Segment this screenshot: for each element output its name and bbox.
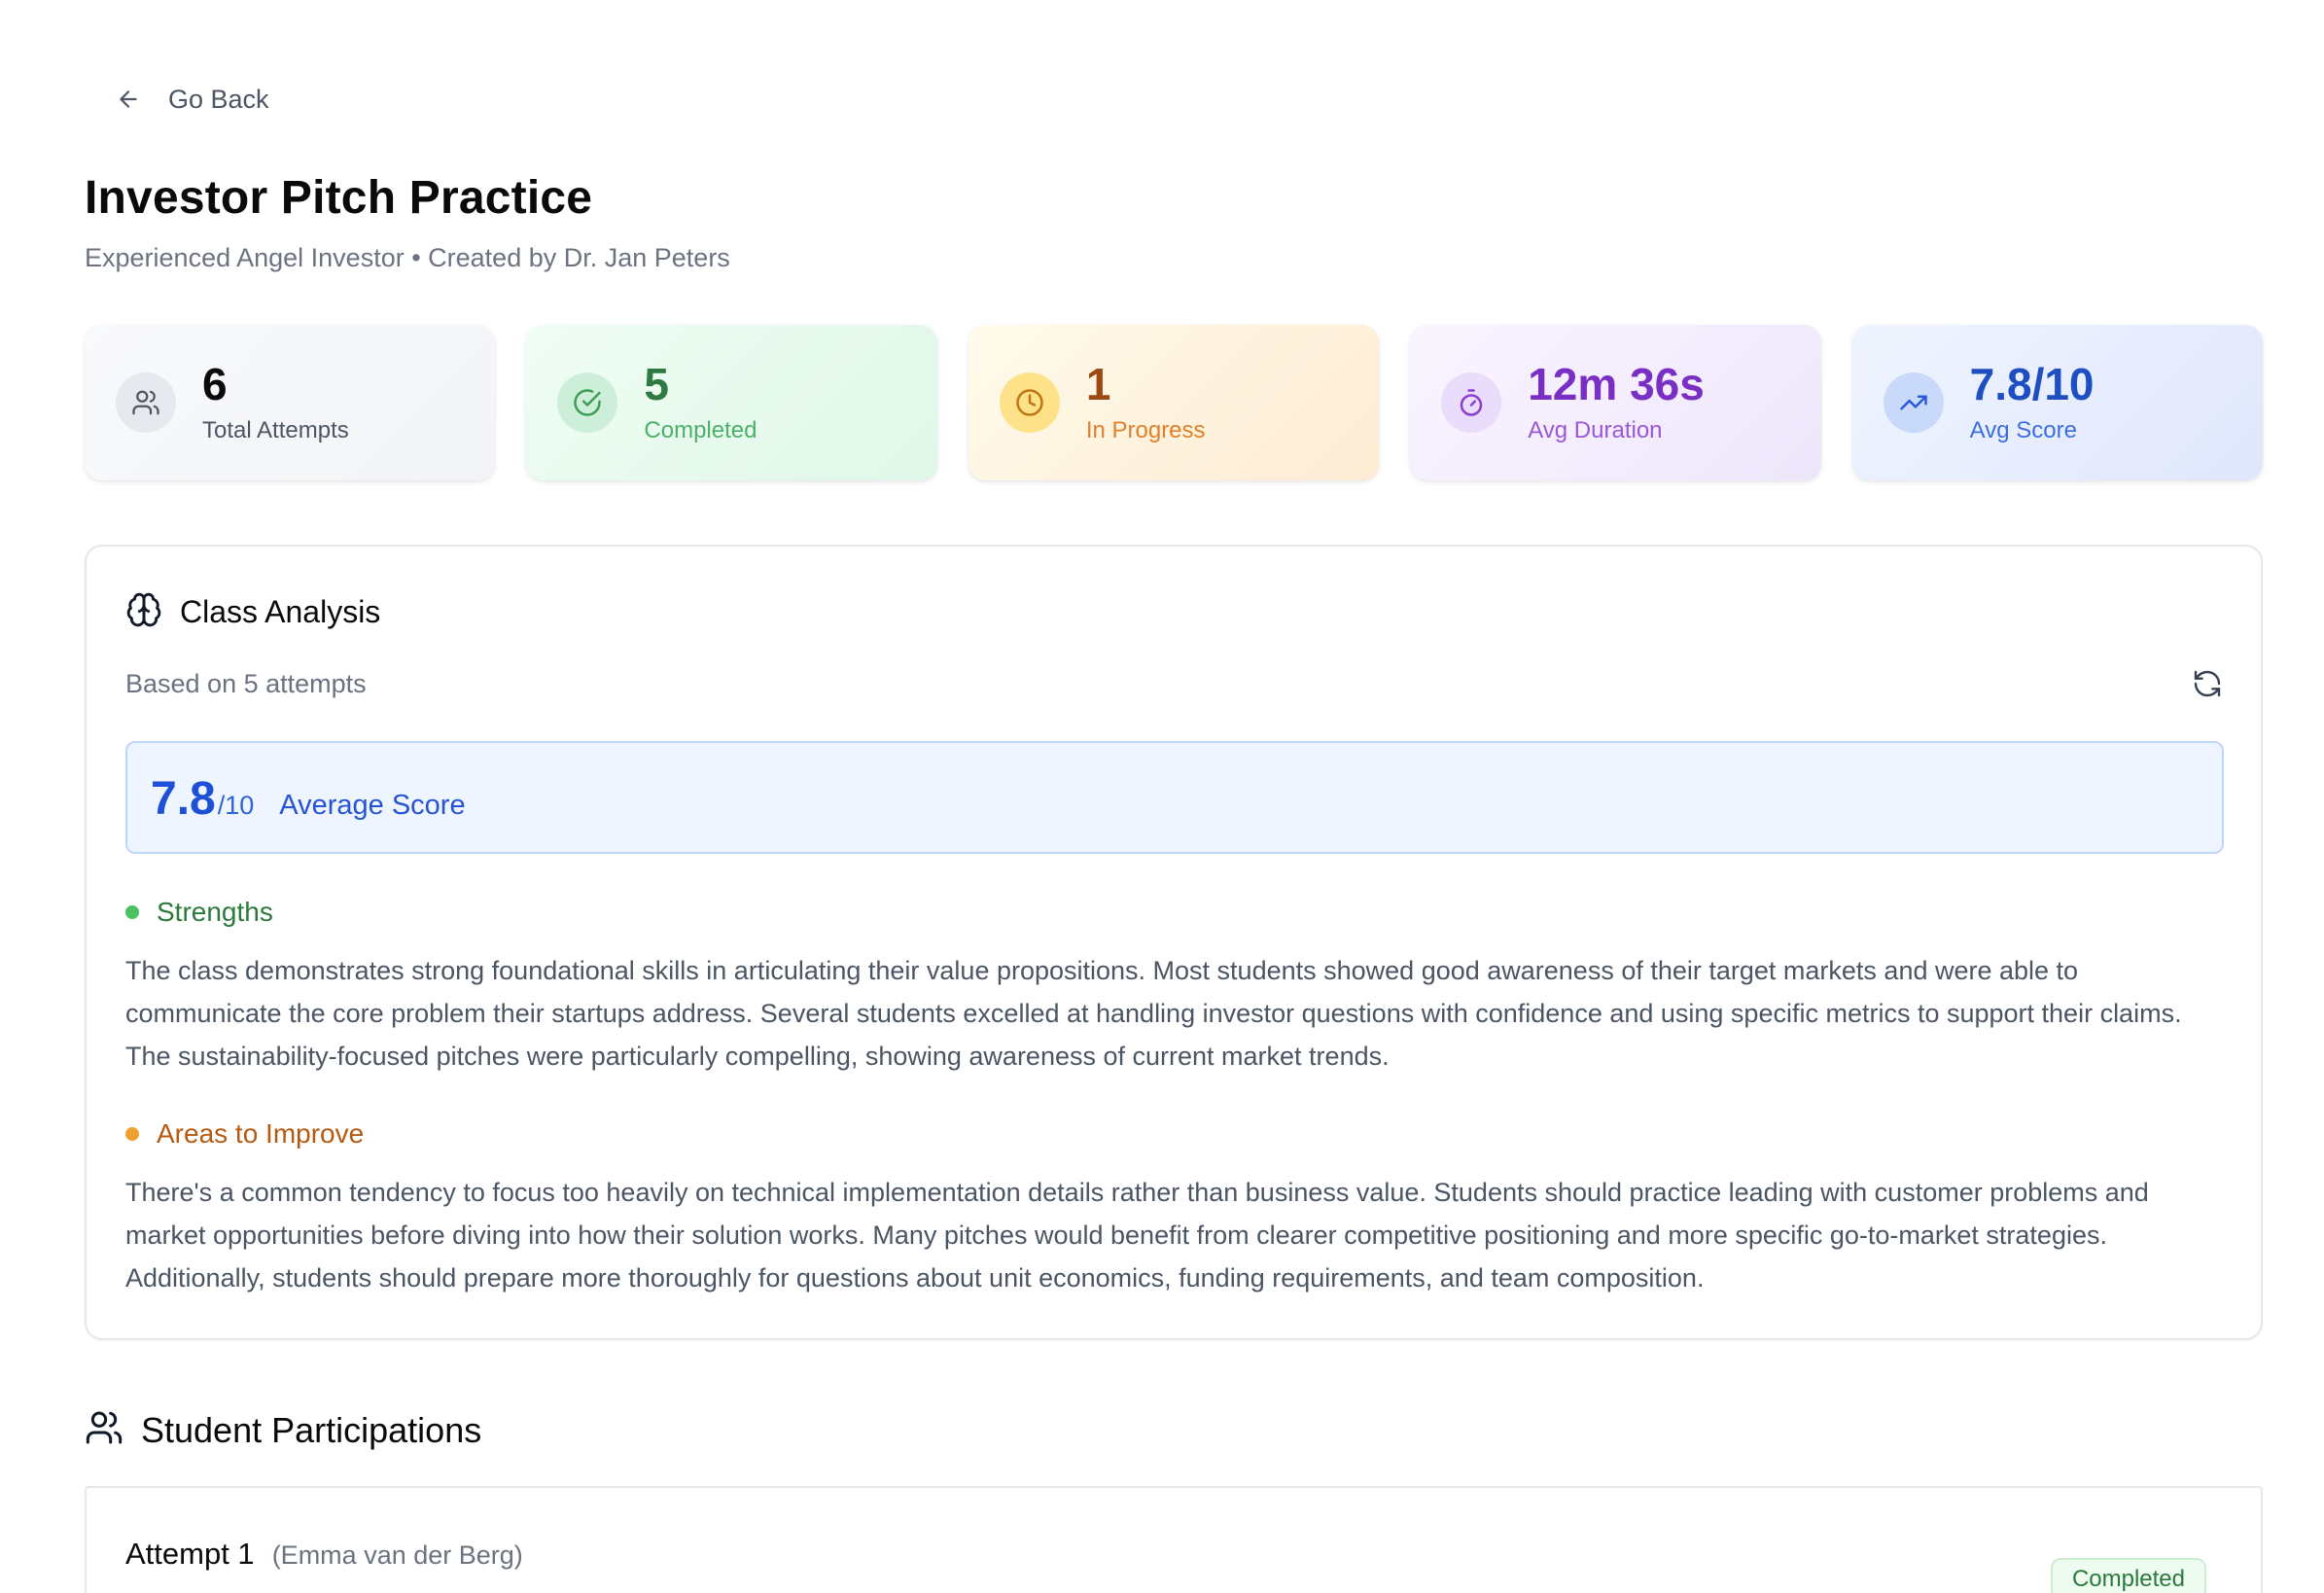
- stat-value: 12m 36s: [1528, 358, 1705, 409]
- brain-icon: [125, 591, 162, 633]
- stat-card-total-attempts: 6 Total Attempts: [85, 325, 496, 480]
- stat-value: 7.8/10: [1969, 358, 2095, 409]
- stat-card-in-progress: 1 In Progress: [968, 325, 1380, 480]
- attempt-student: (Emma van der Berg): [271, 1540, 523, 1570]
- class-analysis-header: Class Analysis: [125, 591, 380, 633]
- stat-label: Total Attempts: [202, 417, 349, 444]
- stat-value: 6: [202, 358, 228, 409]
- student-participations-title: Student Participations: [141, 1409, 482, 1450]
- average-score-box: 7.8 /10 Average Score: [125, 741, 2224, 854]
- status-badge: Completed: [2050, 1558, 2206, 1593]
- class-analysis-card: Class Analysis Based on 5 attempts 7.8 /…: [85, 545, 2263, 1340]
- improve-heading: Areas to Improve: [125, 1118, 364, 1150]
- attempt-card[interactable]: Attempt 1 (Emma van der Berg) Completed: [85, 1486, 2263, 1593]
- stat-label: Avg Duration: [1528, 417, 1663, 444]
- average-score-label: Average Score: [279, 790, 466, 821]
- improve-text: There's a common tendency to focus too h…: [125, 1178, 2149, 1292]
- orange-dot-icon: [125, 1127, 139, 1141]
- clock-icon: [999, 372, 1060, 433]
- arrow-left-icon: [114, 85, 143, 114]
- check-circle-icon: [557, 372, 618, 433]
- average-score-value: 7.8: [151, 773, 216, 825]
- go-back-label: Go Back: [168, 84, 269, 114]
- stat-card-avg-duration: 12m 36s Avg Duration: [1410, 325, 1821, 480]
- stat-label: In Progress: [1085, 417, 1206, 444]
- based-on-text: Based on 5 attempts: [125, 669, 367, 698]
- stat-label: Completed: [644, 417, 757, 444]
- refresh-icon[interactable]: [2191, 667, 2224, 700]
- stat-card-completed: 5 Completed: [526, 325, 937, 480]
- users-icon: [116, 372, 176, 433]
- go-back-button[interactable]: Go Back: [114, 78, 269, 121]
- strengths-label: Strengths: [157, 897, 273, 927]
- average-score-denominator: /10: [217, 791, 255, 820]
- strengths-heading: Strengths: [125, 897, 273, 928]
- stat-label: Avg Score: [1969, 417, 2077, 444]
- stat-value: 1: [1085, 358, 1111, 409]
- student-participations-header: Student Participations: [85, 1408, 481, 1452]
- class-analysis-title: Class Analysis: [180, 594, 381, 629]
- timer-icon: [1441, 372, 1502, 433]
- improve-label: Areas to Improve: [157, 1118, 365, 1149]
- attempt-title: Attempt 1 (Emma van der Berg): [125, 1537, 523, 1572]
- stats-row: 6 Total Attempts 5 Completed 1 In Progre…: [85, 325, 2264, 480]
- strengths-text: The class demonstrates strong foundation…: [125, 956, 2182, 1071]
- stat-value: 5: [644, 358, 669, 409]
- users-icon: [85, 1408, 123, 1452]
- stat-card-avg-score: 7.8/10 Avg Score: [1851, 325, 2264, 480]
- trending-up-icon: [1883, 372, 1944, 433]
- page-subtitle: Experienced Angel Investor • Created by …: [85, 243, 730, 272]
- page-title: Investor Pitch Practice: [85, 172, 593, 224]
- green-dot-icon: [125, 905, 139, 919]
- attempt-number: Attempt 1: [125, 1537, 255, 1571]
